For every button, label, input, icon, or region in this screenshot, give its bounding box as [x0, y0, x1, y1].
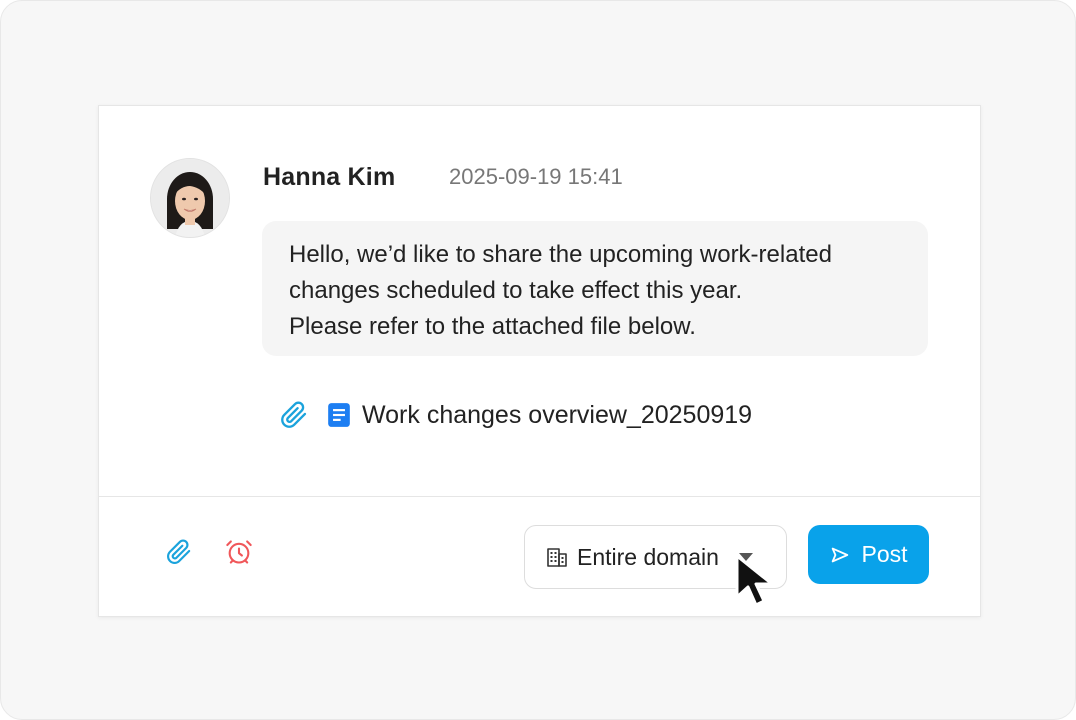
avatar-portrait: [151, 159, 229, 237]
paperclip-icon: [166, 538, 192, 570]
composer-divider: [99, 496, 980, 497]
message-bubble: Hello, we’d like to share the upcoming w…: [262, 221, 928, 356]
message-line: changes scheduled to take effect this ye…: [289, 277, 743, 304]
author-name[interactable]: Hanna Kim: [263, 163, 395, 192]
send-icon: [829, 544, 851, 566]
post-timestamp: 2025-09-19 15:41: [449, 164, 623, 189]
attachment-file-name: Work changes overview_20250919: [362, 400, 753, 429]
chevron-down-icon: [739, 553, 753, 561]
message-line: Please refer to the attached file below.: [289, 313, 696, 340]
alarm-clock-icon: [225, 538, 253, 571]
document-icon: [326, 402, 352, 428]
avatar[interactable]: [150, 158, 230, 238]
attachment-link[interactable]: Work changes overview_20250919: [280, 398, 752, 432]
message-line: Hello, we’d like to share the upcoming w…: [289, 241, 832, 268]
schedule-reminder-button[interactable]: [223, 538, 255, 570]
post-button[interactable]: Post: [808, 525, 929, 584]
post-button-label: Post: [861, 541, 908, 567]
attach-file-button[interactable]: [163, 538, 195, 570]
building-icon: [545, 545, 569, 569]
post-card: Hanna Kim 2025-09-19 15:41 Hello, we’d l…: [98, 105, 981, 617]
visibility-scope-value: Entire domain: [577, 543, 719, 570]
screenshot-stage: Hanna Kim 2025-09-19 15:41 Hello, we’d l…: [0, 0, 1076, 720]
paperclip-icon: [280, 401, 308, 429]
visibility-scope-dropdown[interactable]: Entire domain: [524, 525, 787, 589]
